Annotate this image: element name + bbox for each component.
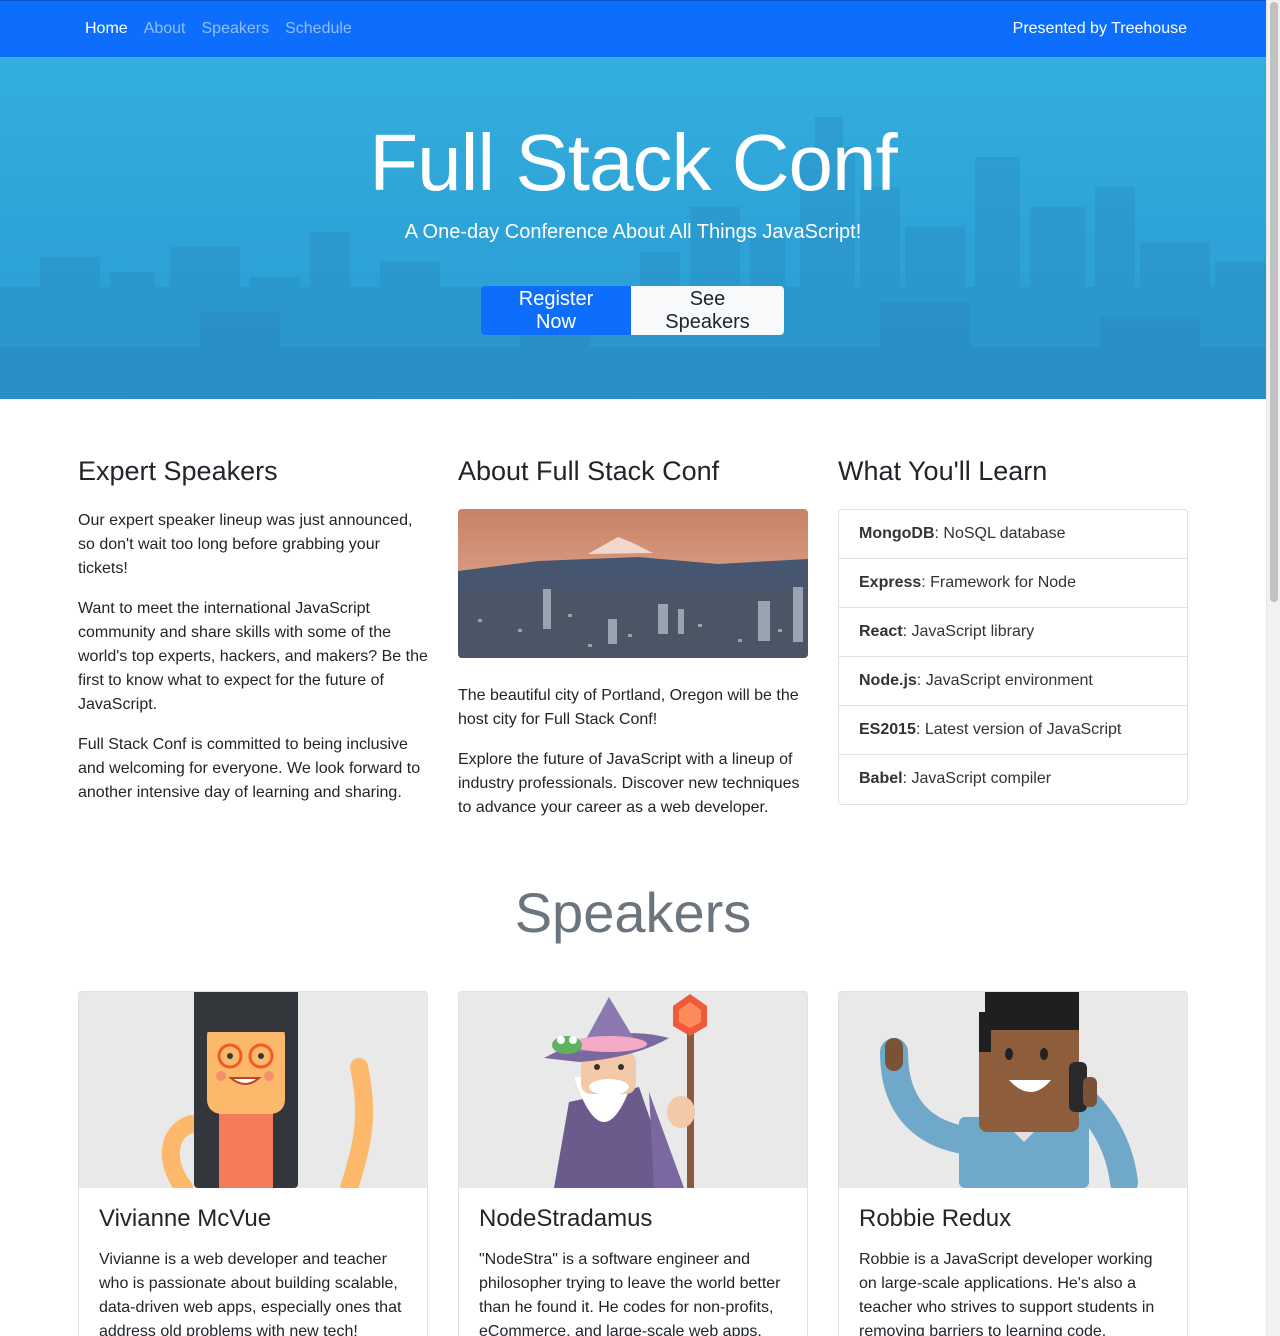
card-body: Vivianne McVue Vivianne is a web develop… <box>79 1188 427 1336</box>
list-item: ES2015: Latest version of JavaScript <box>839 706 1187 755</box>
tech-desc: : Latest version of JavaScript <box>915 721 1122 738</box>
presented-by-text: Presented by Treehouse <box>1012 20 1187 37</box>
speaker-name: Vivianne McVue <box>99 1205 272 1232</box>
top-navbar: Home About Speakers Schedule Presented b… <box>0 0 1266 57</box>
nodestradamus-avatar-illustration <box>459 992 807 1188</box>
tech-desc: : JavaScript environment <box>916 672 1093 689</box>
nav-link-about[interactable]: About <box>144 20 186 38</box>
tech-desc: : NoSQL database <box>934 525 1066 542</box>
hero-title: Full Stack Conf <box>369 118 897 207</box>
about-section: About Full Stack Conf The beautiful city… <box>458 455 808 836</box>
register-now-button[interactable]: Register Now <box>481 286 631 335</box>
list-item: Babel: JavaScript compiler <box>839 755 1187 804</box>
hero-button-group: Register Now See Speakers <box>481 286 784 335</box>
tech-name: Express <box>859 574 922 591</box>
tech-name: Node.js <box>859 672 917 689</box>
list-item: Node.js: JavaScript environment <box>839 657 1187 706</box>
hero-banner: Full Stack Conf A One-day Conference Abo… <box>0 57 1266 399</box>
card-body: NodeStradamus "NodeStra" is a software e… <box>459 1188 807 1336</box>
nav-link-home[interactable]: Home <box>85 20 128 38</box>
learn-section: What You'll Learn MongoDB: NoSQL databas… <box>838 455 1188 805</box>
expert-paragraph: Full Stack Conf is committed to being in… <box>78 736 421 801</box>
speaker-card-vivianne: Vivianne McVue Vivianne is a web develop… <box>78 991 428 1336</box>
nav-links: Home About Speakers Schedule <box>85 20 352 38</box>
tech-desc: : JavaScript compiler <box>902 770 1052 787</box>
speaker-name: NodeStradamus <box>479 1205 653 1232</box>
scrollbar-thumb[interactable] <box>1270 2 1278 602</box>
tech-desc: : JavaScript library <box>902 623 1035 640</box>
speaker-bio: Robbie is a JavaScript developer working… <box>859 1251 1155 1336</box>
expert-paragraph: Want to meet the international JavaScrip… <box>78 600 428 713</box>
about-heading: About Full Stack Conf <box>458 456 720 486</box>
learn-list: MongoDB: NoSQL database Express: Framewo… <box>838 509 1188 805</box>
robbie-avatar-illustration <box>839 992 1187 1188</box>
tech-name: React <box>859 623 903 640</box>
page-scrollbar[interactable] <box>1266 0 1280 1336</box>
tech-name: Babel <box>859 770 903 787</box>
speaker-name: Robbie Redux <box>859 1205 1012 1232</box>
expert-paragraph: Our expert speaker lineup was just annou… <box>78 512 413 577</box>
expert-speakers-heading: Expert Speakers <box>78 456 278 486</box>
speaker-bio: Vivianne is a web developer and teacher … <box>99 1251 402 1336</box>
hero-subtitle: A One-day Conference About All Things Ja… <box>404 221 862 243</box>
see-speakers-button[interactable]: See Speakers <box>631 286 784 335</box>
list-item: MongoDB: NoSQL database <box>839 510 1187 559</box>
expert-speakers-section: Expert Speakers Our expert speaker lineu… <box>78 455 428 821</box>
learn-heading: What You'll Learn <box>838 456 1048 486</box>
tech-name: ES2015 <box>859 721 916 738</box>
about-paragraph: The beautiful city of Portland, Oregon w… <box>458 687 799 728</box>
tech-name: MongoDB <box>859 525 935 542</box>
nav-link-speakers[interactable]: Speakers <box>202 20 270 38</box>
portland-city-photo <box>458 509 808 658</box>
speaker-card-robbie: Robbie Redux Robbie is a JavaScript deve… <box>838 991 1188 1336</box>
about-paragraph: Explore the future of JavaScript with a … <box>458 751 800 816</box>
list-item: Express: Framework for Node <box>839 559 1187 608</box>
card-body: Robbie Redux Robbie is a JavaScript deve… <box>839 1188 1187 1336</box>
list-item: React: JavaScript library <box>839 608 1187 657</box>
nav-link-schedule[interactable]: Schedule <box>285 20 352 38</box>
speakers-heading: Speakers <box>514 881 752 944</box>
speaker-card-nodestradamus: NodeStradamus "NodeStra" is a software e… <box>458 991 808 1336</box>
speaker-bio: "NodeStra" is a software engineer and ph… <box>479 1251 781 1336</box>
tech-desc: : Framework for Node <box>921 574 1076 591</box>
vivianne-avatar-illustration <box>79 992 427 1188</box>
